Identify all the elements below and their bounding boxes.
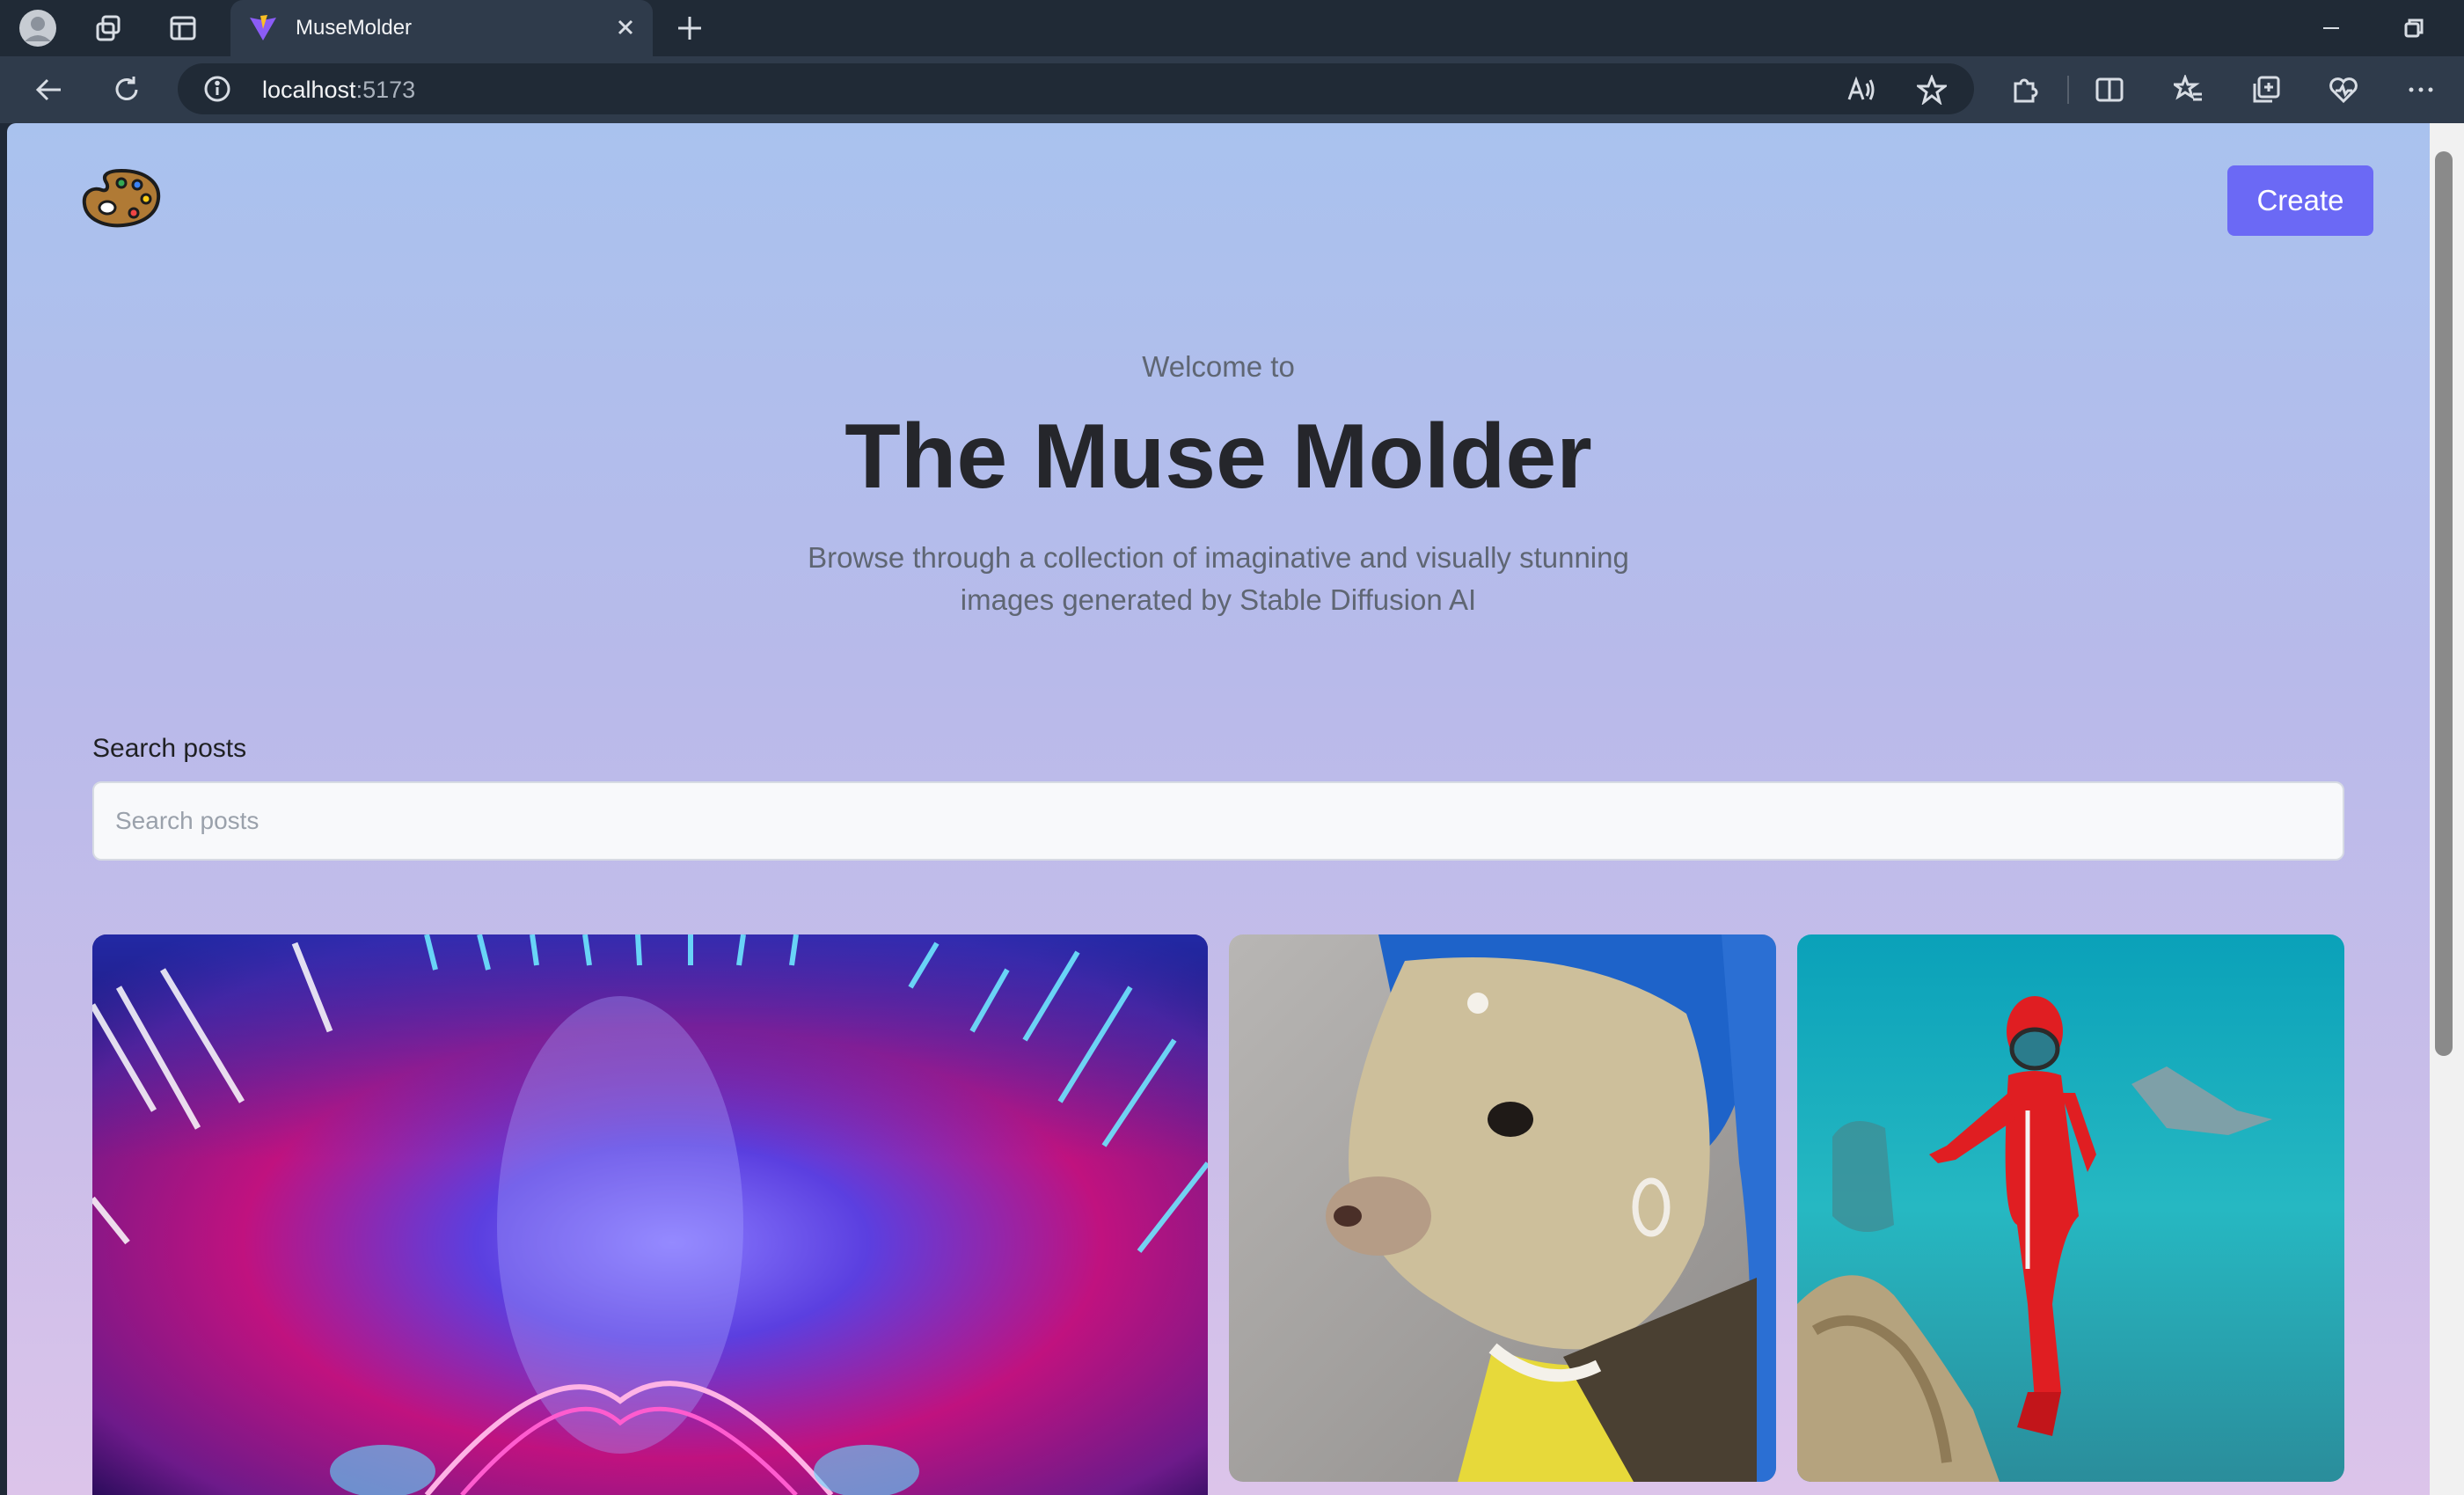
extensions-icon[interactable] [2007, 72, 2043, 107]
workspaces-icon[interactable] [91, 12, 127, 44]
post-card-neon-tunnel[interactable] [92, 934, 1208, 1495]
post-image [1797, 934, 2344, 1482]
post-image [92, 934, 1208, 1495]
favorites-icon[interactable] [2171, 72, 2206, 107]
scrollbar-thumb[interactable] [2435, 151, 2453, 1056]
post-card-underwater-diver[interactable] [1797, 934, 2344, 1482]
close-icon[interactable] [612, 14, 639, 40]
back-icon[interactable] [30, 70, 69, 109]
page-title: The Muse Molder [844, 406, 1592, 508]
refresh-icon[interactable] [107, 70, 146, 109]
welcome-text: Welcome to [1142, 350, 1295, 383]
split-screen-icon[interactable] [2092, 72, 2127, 107]
address-bar[interactable]: localhost:5173 [178, 63, 1974, 114]
collections-icon[interactable] [2248, 72, 2284, 107]
tab-musemolder[interactable]: MuseMolder [230, 0, 653, 56]
read-aloud-icon[interactable] [1846, 74, 1877, 106]
new-tab-icon[interactable] [670, 9, 709, 48]
browser-tab-bar: MuseMolder [0, 0, 2464, 56]
url-text[interactable]: localhost:5173 [262, 77, 415, 104]
profile-icon[interactable] [16, 7, 60, 49]
tab-actions-icon[interactable] [165, 12, 201, 44]
create-button[interactable]: Create [2227, 165, 2373, 236]
tab-title: MuseMolder [296, 16, 413, 40]
search-label: Search posts [92, 734, 247, 763]
page-subtitle: Browse through a collection of imaginati… [808, 541, 1629, 616]
url-host: localhost [262, 77, 356, 103]
restore-icon[interactable] [2398, 12, 2430, 44]
post-image [1229, 934, 1776, 1482]
info-icon[interactable] [202, 74, 232, 104]
browser-toolbar: localhost:5173 [0, 56, 2464, 123]
search-input[interactable] [92, 781, 2344, 861]
post-card-seal-pearl-earring[interactable] [1229, 934, 1776, 1482]
more-icon[interactable] [2403, 72, 2438, 107]
toolbar-divider [2067, 76, 2069, 104]
vite-favicon-icon [248, 13, 278, 43]
favorite-icon[interactable] [1916, 74, 1948, 106]
palette-logo-icon[interactable] [81, 167, 162, 231]
url-port: :5173 [355, 77, 416, 103]
page-viewport: Create Welcome to The Muse Molder Browse… [7, 123, 2430, 1495]
browser-essentials-icon[interactable] [2326, 72, 2361, 107]
minimize-icon[interactable] [2315, 12, 2347, 44]
